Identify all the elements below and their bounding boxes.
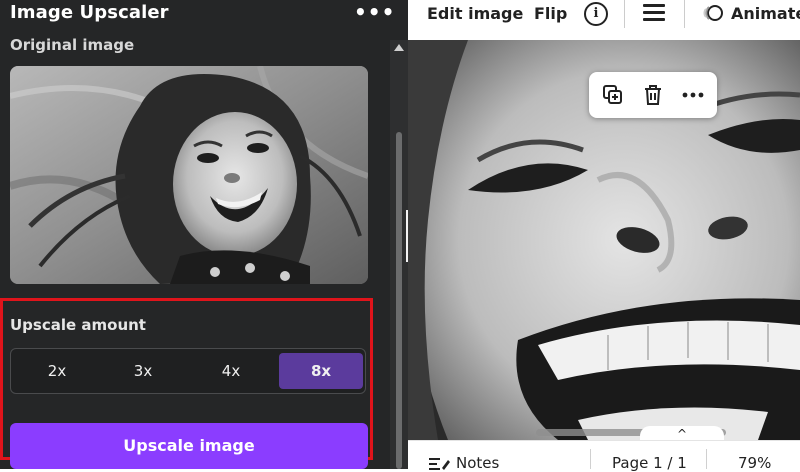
footer-divider	[706, 449, 707, 469]
upscale-amount-label: Upscale amount	[10, 316, 146, 334]
upscale-amount-selector: 2x 3x 4x 8x	[10, 348, 366, 394]
more-dots-icon[interactable]	[681, 83, 705, 107]
notes-icon[interactable]	[428, 456, 450, 470]
toolbar-divider	[624, 0, 625, 28]
animate-button[interactable]: Animate	[731, 4, 800, 23]
element-floating-toolbar	[589, 72, 717, 118]
original-photo	[10, 66, 368, 284]
animate-icon[interactable]	[702, 2, 724, 24]
notes-button[interactable]: Notes	[456, 454, 499, 472]
flip-button[interactable]: Flip	[534, 4, 567, 23]
option-2x[interactable]: 2x	[15, 353, 99, 389]
panel-more-button[interactable]: •••	[354, 2, 394, 26]
upscale-image-button[interactable]: Upscale image	[10, 423, 368, 469]
toolbar-divider	[684, 0, 685, 28]
image-upscaler-panel: Image Upscaler ••• Original image Upscal…	[0, 0, 408, 469]
footer-divider	[590, 449, 591, 469]
zoom-level[interactable]: 79%	[738, 454, 771, 472]
option-8x[interactable]: 8x	[279, 353, 363, 389]
info-icon[interactable]: i	[584, 2, 608, 26]
trash-icon[interactable]	[641, 83, 665, 107]
panel-title: Image Upscaler	[10, 2, 169, 23]
edit-image-button[interactable]: Edit image	[427, 4, 523, 23]
original-image-thumbnail	[10, 66, 368, 284]
menu-lines-icon[interactable]	[643, 4, 665, 22]
option-4x[interactable]: 4x	[189, 353, 273, 389]
page-indicator[interactable]: Page 1 / 1	[612, 454, 687, 472]
duplicate-icon[interactable]	[601, 83, 625, 107]
scroll-thumb[interactable]	[396, 132, 402, 469]
option-3x[interactable]: 3x	[101, 353, 185, 389]
scroll-up-arrow-icon[interactable]	[394, 44, 404, 51]
panel-header: Image Upscaler •••	[0, 0, 408, 40]
original-image-label: Original image	[10, 36, 135, 54]
